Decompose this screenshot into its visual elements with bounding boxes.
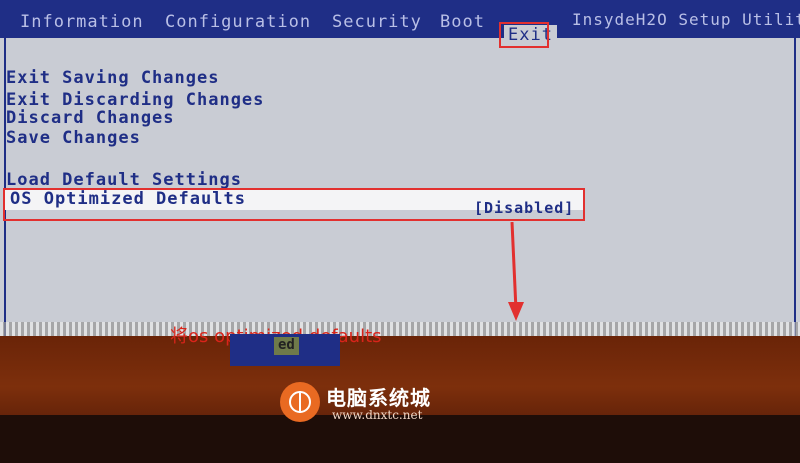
tab-configuration[interactable]: Configuration <box>165 12 311 32</box>
menu-item-load-default-settings[interactable]: Load Default Settings <box>6 170 242 190</box>
watermark-brand: 电脑系统城 <box>326 386 431 410</box>
tab-security[interactable]: Security <box>332 12 422 32</box>
value-popup: ed <box>230 334 340 366</box>
tab-information[interactable]: Information <box>20 12 144 32</box>
brand-logo-icon <box>280 382 320 422</box>
menu-item-discard-changes[interactable]: Discard Changes <box>6 108 175 128</box>
bios-screen: Information Configuration Security Boot … <box>0 0 800 336</box>
scanline-strip <box>0 322 800 336</box>
menu-item-exit-saving-changes[interactable]: Exit Saving Changes <box>6 68 219 88</box>
menu-item-save-changes[interactable]: Save Changes <box>6 128 141 148</box>
exit-tab-highlight-box <box>499 22 549 48</box>
bios-menu-bar: Information Configuration Security Boot … <box>0 0 800 38</box>
watermark: 电脑系统城 www.dnxtc.net <box>278 380 448 430</box>
popup-selected-value[interactable]: ed <box>274 337 299 355</box>
menu-item-exit-discarding-changes[interactable]: Exit Discarding Changes <box>6 90 264 110</box>
down-arrow-icon <box>508 222 524 321</box>
watermark-url: www.dnxtc.net <box>332 408 423 422</box>
tab-boot[interactable]: Boot <box>440 12 485 32</box>
os-optimized-highlight-box <box>3 188 585 221</box>
app-title: InsydeH2O Setup Utility <box>572 10 800 29</box>
